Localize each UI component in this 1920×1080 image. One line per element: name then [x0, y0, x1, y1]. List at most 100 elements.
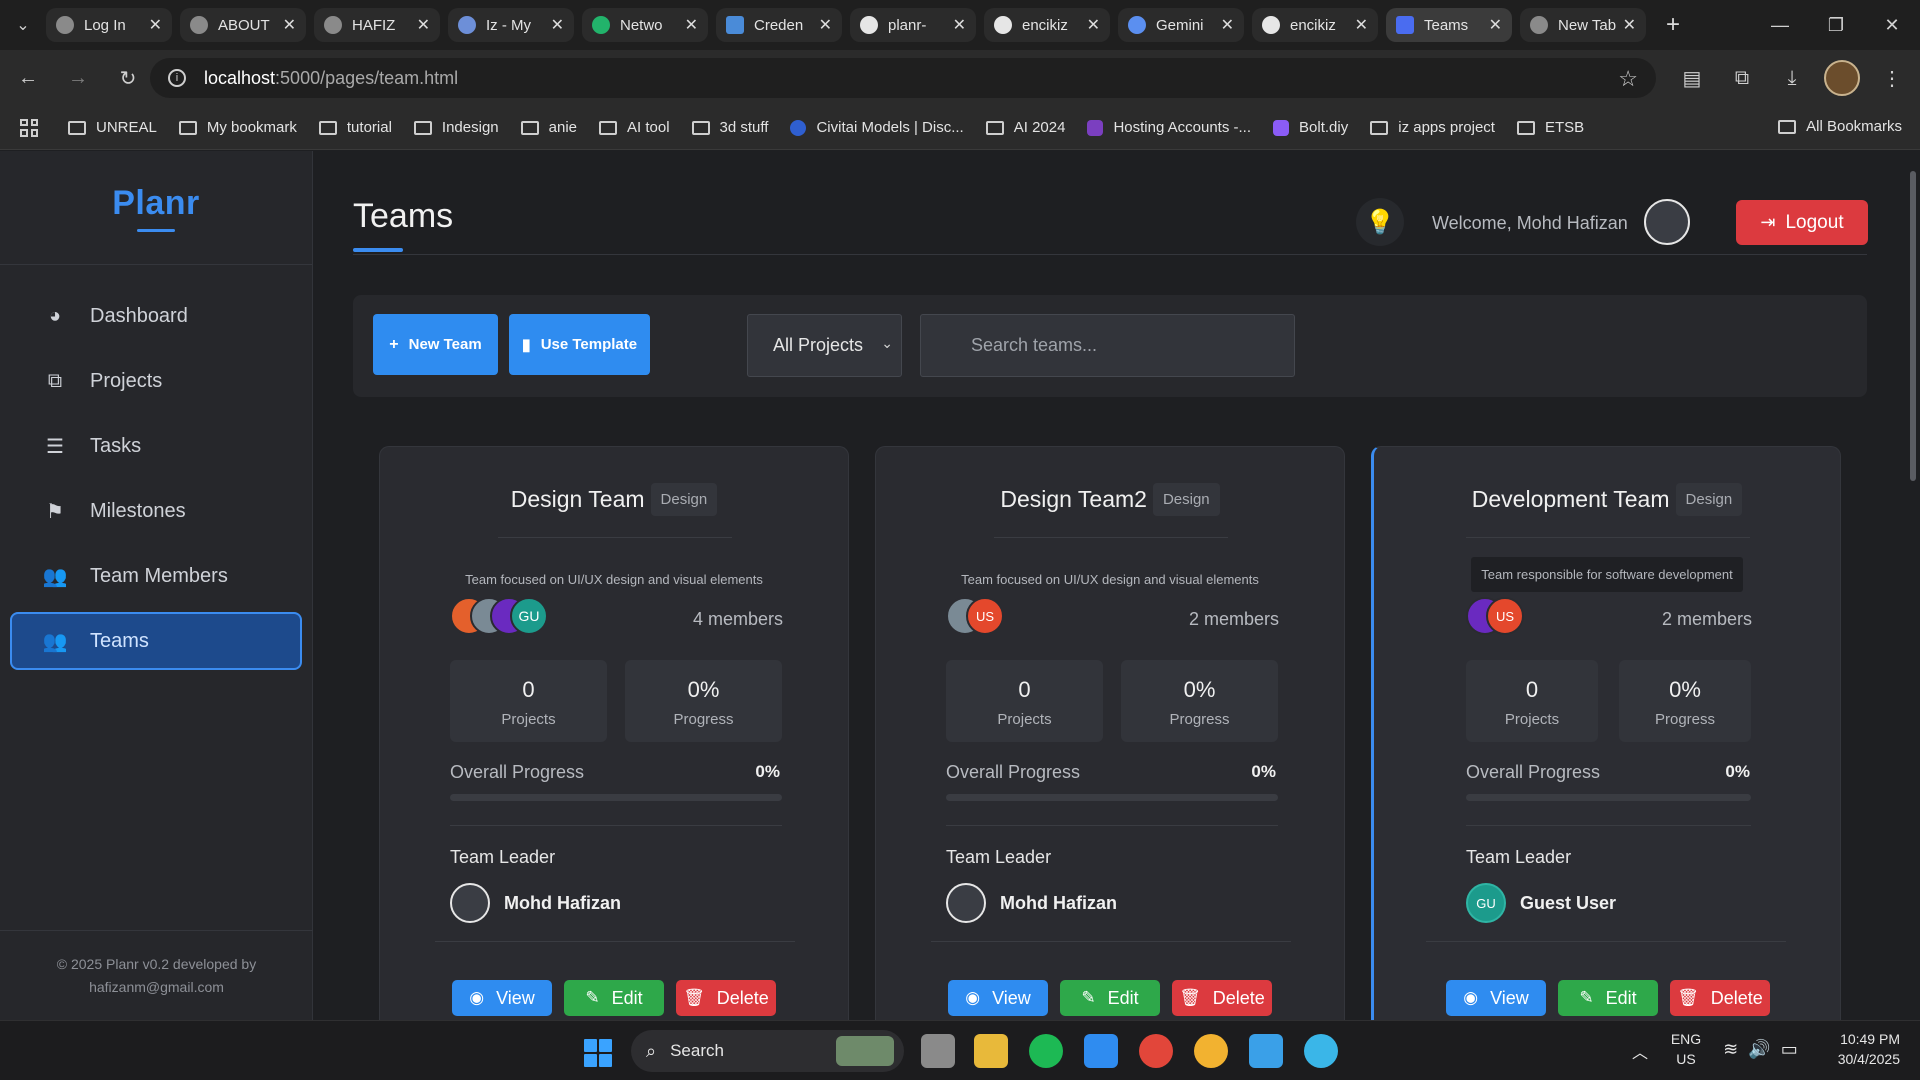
close-icon[interactable]: ✕: [819, 15, 832, 35]
delete-button[interactable]: 🗑 Delete: [1670, 980, 1770, 1016]
new-team-button[interactable]: + New Team: [373, 314, 498, 375]
download-icon[interactable]: ⤓: [1770, 56, 1814, 100]
project-filter-select[interactable]: All Projects ⌄: [747, 314, 902, 377]
browser-tab[interactable]: Creden ✕: [716, 8, 842, 42]
clock[interactable]: 10:49 PM 30/4/2025: [1838, 1029, 1900, 1069]
stat-value: 0: [522, 677, 535, 702]
address-bar[interactable]: i localhost:5000/pages/team.html ☆: [150, 58, 1656, 98]
minimize-icon[interactable]: —: [1752, 0, 1808, 50]
globe-icon: [324, 16, 342, 34]
bookmark-folder[interactable]: ETSB: [1516, 119, 1584, 136]
profile-avatar[interactable]: [1820, 56, 1864, 100]
close-icon[interactable]: ✕: [1087, 15, 1100, 35]
all-bookmarks[interactable]: All Bookmarks: [1778, 118, 1902, 135]
close-icon[interactable]: ✕: [283, 15, 296, 35]
use-template-button[interactable]: ▮ Use Template: [509, 314, 650, 375]
language-indicator[interactable]: ENG US: [1671, 1029, 1701, 1069]
tab-search-button[interactable]: ⌄: [0, 0, 46, 50]
new-tab-button[interactable]: +: [1656, 8, 1690, 42]
browser-tab-active[interactable]: Teams ✕: [1386, 8, 1512, 42]
bookmark-star-icon[interactable]: ☆: [1618, 66, 1638, 92]
taskbar-search[interactable]: ⌕ Search: [631, 1030, 904, 1072]
file-explorer-icon[interactable]: [974, 1034, 1008, 1068]
browser-tab[interactable]: Gemini ✕: [1118, 8, 1244, 42]
sidebar-item-team-members[interactable]: 👥 Team Members: [10, 547, 302, 605]
edit-button[interactable]: ✎ Edit: [564, 980, 664, 1016]
delete-button[interactable]: 🗑 Delete: [676, 980, 776, 1016]
view-button[interactable]: ◉ View: [452, 980, 552, 1016]
chrome-canary-icon[interactable]: [1194, 1034, 1228, 1068]
lightbulb-icon[interactable]: 💡: [1356, 198, 1404, 246]
clipboard-icon[interactable]: ▤: [1670, 56, 1714, 100]
windows-start-icon[interactable]: [584, 1039, 612, 1067]
view-button[interactable]: ◉ View: [948, 980, 1048, 1016]
close-icon[interactable]: ✕: [551, 15, 564, 35]
delete-button[interactable]: 🗑 Delete: [1172, 980, 1272, 1016]
bookmark-folder[interactable]: AI tool: [599, 119, 670, 136]
globe-app-icon[interactable]: [1304, 1034, 1338, 1068]
edit-button[interactable]: ✎ Edit: [1060, 980, 1160, 1016]
browser-tab[interactable]: Iz - My ✕: [448, 8, 574, 42]
card-divider: [435, 941, 795, 942]
task-view-icon[interactable]: [921, 1034, 955, 1068]
edit-button[interactable]: ✎ Edit: [1558, 980, 1658, 1016]
bookmark-folder[interactable]: tutorial: [318, 119, 392, 136]
browser-tab[interactable]: Netwo ✕: [582, 8, 708, 42]
spotify-icon[interactable]: [1029, 1034, 1063, 1068]
app-logo[interactable]: Planr: [112, 184, 200, 223]
view-button[interactable]: ◉ View: [1446, 980, 1546, 1016]
close-icon[interactable]: ✕: [1623, 15, 1636, 35]
browser-tab[interactable]: ABOUT ✕: [180, 8, 306, 42]
url-path: :5000/pages/team.html: [275, 67, 459, 88]
bookmark-folder[interactable]: AI 2024: [985, 119, 1065, 136]
browser-tab[interactable]: New Tab ✕: [1520, 8, 1646, 42]
site-info-icon[interactable]: i: [168, 69, 186, 87]
bookmark-link[interactable]: Bolt.diy: [1273, 119, 1348, 136]
system-icons[interactable]: ≋🔊▭: [1723, 1039, 1808, 1060]
bookmark-folder[interactable]: My bookmark: [178, 119, 297, 136]
close-icon[interactable]: ✕: [1355, 15, 1368, 35]
progress-bar: [1466, 794, 1751, 801]
search-input[interactable]: Search teams...: [920, 314, 1295, 377]
apps-grid-icon[interactable]: [20, 118, 38, 137]
chevron-up-icon[interactable]: ︿: [1632, 1039, 1648, 1063]
forward-icon[interactable]: →: [56, 56, 100, 100]
vscode-icon[interactable]: [1084, 1034, 1118, 1068]
avatar[interactable]: [1644, 199, 1690, 245]
bookmark-folder[interactable]: 3d stuff: [691, 119, 768, 136]
sidebar-item-projects[interactable]: ⧉ Projects: [10, 352, 302, 410]
close-icon[interactable]: ✕: [149, 15, 162, 35]
browser-tab[interactable]: Log In ✕: [46, 8, 172, 42]
page-scrollbar[interactable]: [1906, 151, 1920, 1020]
back-icon[interactable]: ←: [6, 56, 50, 100]
close-window-icon[interactable]: ✕: [1864, 0, 1920, 50]
sidebar-item-dashboard[interactable]: ◕ Dashboard: [10, 287, 302, 345]
browser-tab[interactable]: encikiz ✕: [984, 8, 1110, 42]
bookmark-link[interactable]: Hosting Accounts -...: [1087, 119, 1251, 136]
close-icon[interactable]: ✕: [1221, 15, 1234, 35]
close-icon[interactable]: ✕: [1489, 15, 1502, 35]
folder-icon: [1778, 119, 1797, 134]
close-icon[interactable]: ✕: [417, 15, 430, 35]
sidebar-item-milestones[interactable]: ⚑ Milestones: [10, 482, 302, 540]
close-icon[interactable]: ✕: [685, 15, 698, 35]
bookmark-folder[interactable]: Indesign: [413, 119, 499, 136]
bookmark-folder[interactable]: anie: [520, 119, 577, 136]
notepad-icon[interactable]: [1249, 1034, 1283, 1068]
reload-icon[interactable]: ↻: [106, 56, 150, 100]
extensions-icon[interactable]: ⧉: [1720, 56, 1764, 100]
scrollbar-thumb[interactable]: [1910, 171, 1916, 481]
browser-tab[interactable]: encikiz ✕: [1252, 8, 1378, 42]
browser-tab[interactable]: planr- ✕: [850, 8, 976, 42]
browser-tab[interactable]: HAFIZ ✕: [314, 8, 440, 42]
sidebar-item-teams[interactable]: 👥 Teams: [10, 612, 302, 670]
maximize-icon[interactable]: ❐: [1808, 0, 1864, 50]
bookmark-folder[interactable]: iz apps project: [1370, 119, 1495, 136]
menu-dots-icon[interactable]: ⋮: [1870, 56, 1914, 100]
sidebar-item-tasks[interactable]: ☰ Tasks: [10, 417, 302, 475]
bookmark-link[interactable]: Civitai Models | Disc...: [790, 119, 964, 136]
chrome-icon[interactable]: [1139, 1034, 1173, 1068]
close-icon[interactable]: ✕: [953, 15, 966, 35]
logout-button[interactable]: ⇥ Logout: [1736, 200, 1868, 245]
bookmark-folder[interactable]: UNREAL: [68, 119, 157, 136]
